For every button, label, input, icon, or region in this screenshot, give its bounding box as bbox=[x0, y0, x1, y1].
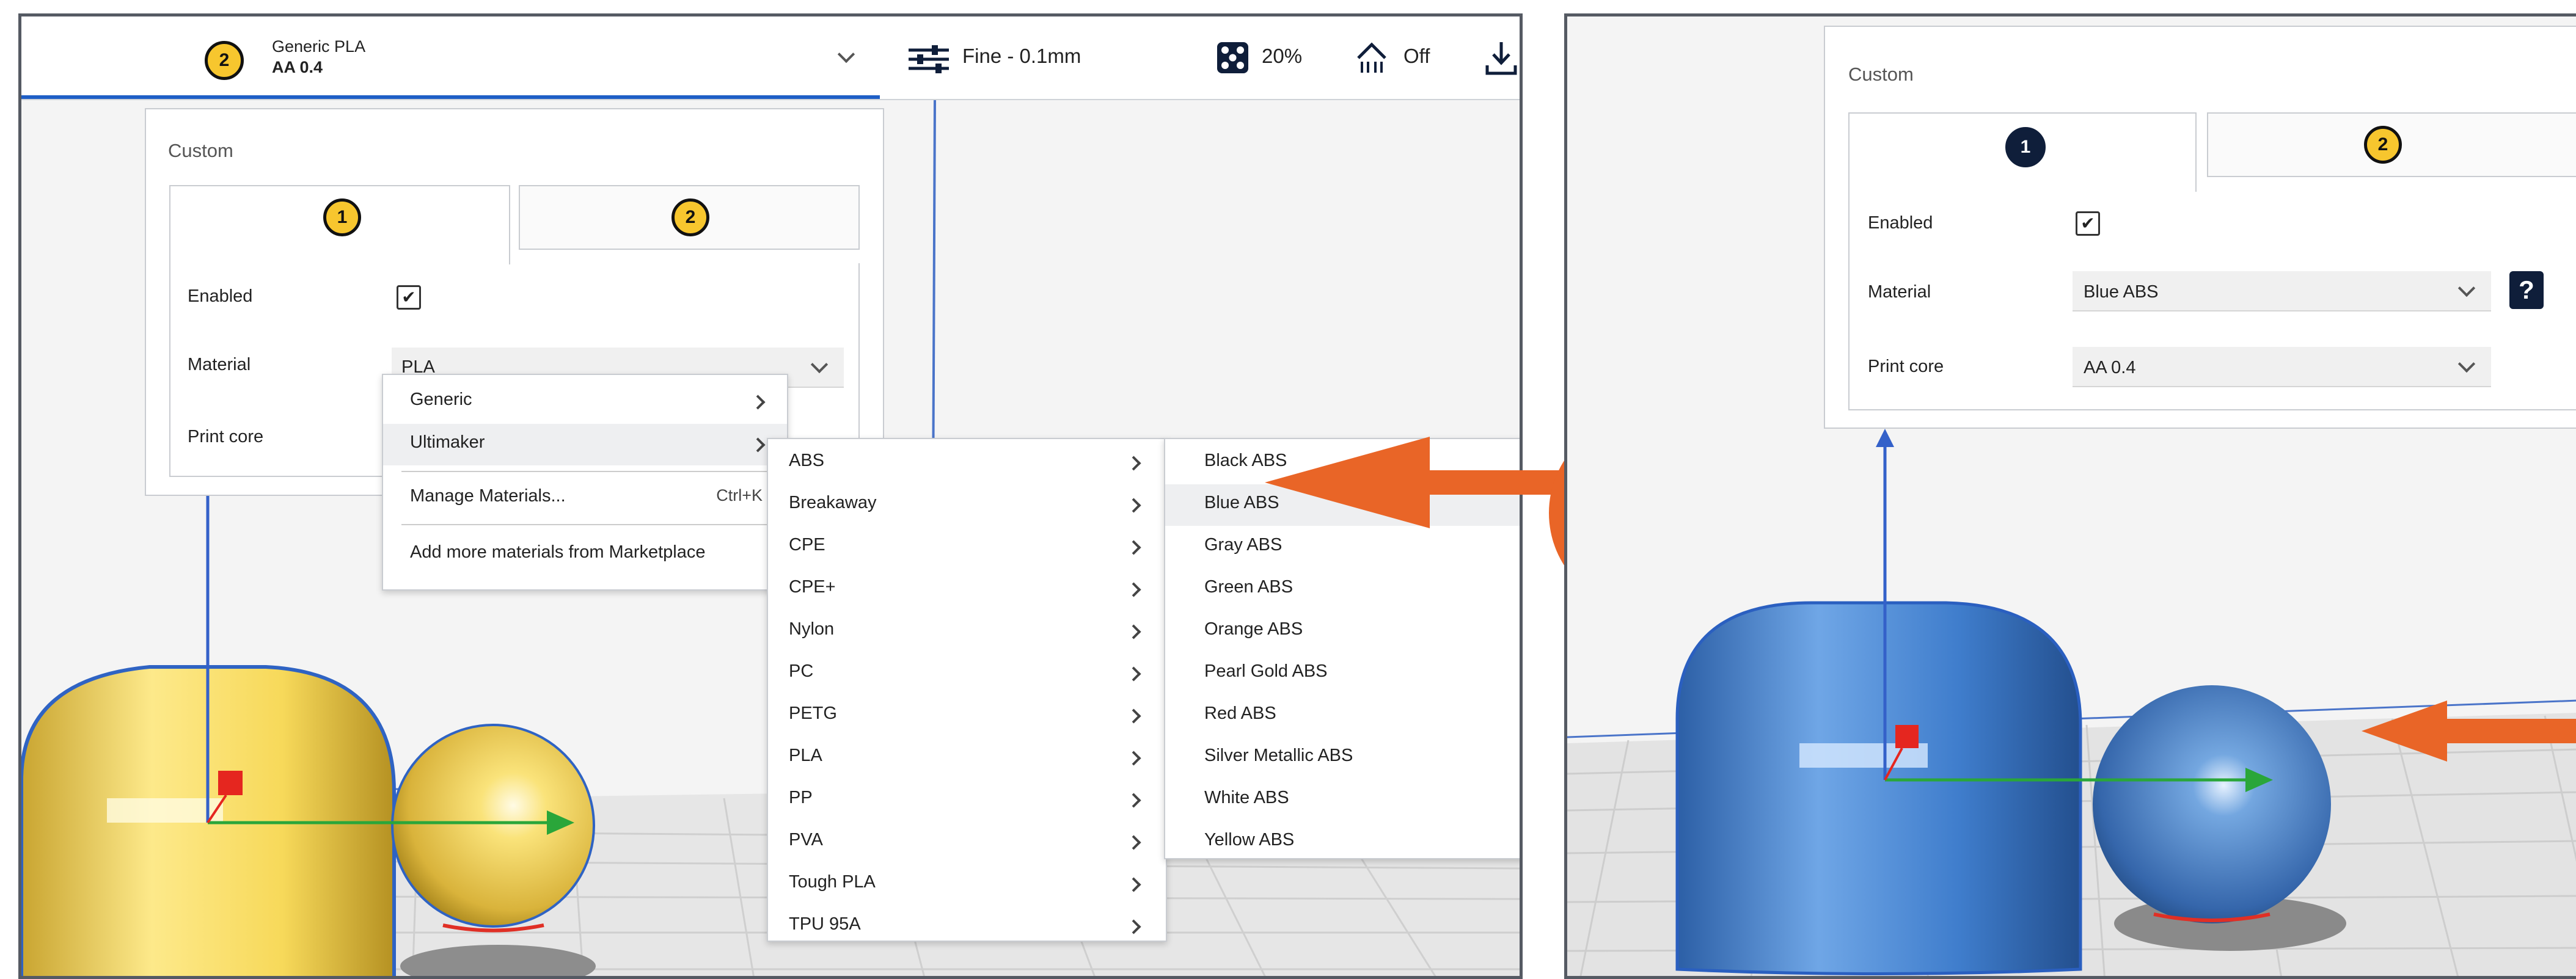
print-settings-toolbar: 2 Generic PLA AA 0.4 Fine - 0.1mm 20% Of… bbox=[21, 16, 1520, 100]
chevron-right-icon bbox=[1126, 498, 1141, 513]
submenu-item-pc[interactable]: PC bbox=[768, 653, 1166, 694]
print-core-label: Print core bbox=[1868, 357, 1944, 376]
tab-extruder-2[interactable]: 2 bbox=[2207, 112, 2576, 177]
ultimaker-submenu: ABS Breakaway CPE CPE+ Nylon PC PETG PLA… bbox=[767, 438, 1167, 942]
print-core-label: Print core bbox=[188, 427, 264, 446]
support-value[interactable]: Off bbox=[1403, 45, 1430, 68]
right-screenshot-panel: Custom 1 2 Enabled ✔ Material Blue ABS ?… bbox=[1564, 13, 2576, 979]
extruder-selector[interactable] bbox=[21, 16, 880, 99]
enabled-checkbox[interactable]: ✔ bbox=[2076, 211, 2100, 236]
material-label: Material bbox=[188, 355, 251, 374]
extruder-2-icon: 2 bbox=[671, 198, 709, 236]
tab-extruder-1[interactable]: 1 bbox=[169, 185, 510, 264]
chevron-right-icon bbox=[1126, 582, 1141, 597]
question-mark-icon[interactable]: ? bbox=[2509, 271, 2544, 309]
topbar-material-name: Generic PLA bbox=[272, 37, 366, 56]
menu-item-ultimaker[interactable]: Ultimaker bbox=[383, 424, 787, 465]
custom-extruder-panel: Custom 1 2 Enabled ✔ Material Blue ABS ?… bbox=[1824, 26, 2576, 429]
material-select[interactable]: Blue ABS bbox=[2073, 271, 2491, 311]
chevron-right-icon bbox=[1126, 919, 1141, 934]
sliders-icon bbox=[909, 45, 949, 73]
tab-extruder-1[interactable]: 1 bbox=[1848, 112, 2197, 192]
quality-profile[interactable]: Fine - 0.1mm bbox=[962, 45, 1081, 68]
submenu-item-cpe[interactable]: CPE bbox=[768, 526, 1166, 568]
abs-item-orange[interactable]: Orange ABS bbox=[1165, 611, 1520, 652]
abs-item-gray[interactable]: Gray ABS bbox=[1165, 526, 1520, 568]
enabled-label: Enabled bbox=[188, 286, 253, 306]
enabled-label: Enabled bbox=[1868, 213, 1933, 233]
menu-divider bbox=[401, 524, 775, 525]
chevron-right-icon bbox=[1126, 708, 1141, 724]
material-select-value: Blue ABS bbox=[2084, 282, 2159, 302]
custom-title: Custom bbox=[168, 140, 233, 161]
abs-item-pearl-gold[interactable]: Pearl Gold ABS bbox=[1165, 653, 1520, 694]
submenu-item-tough-pla[interactable]: Tough PLA bbox=[768, 864, 1166, 905]
chevron-down-icon bbox=[2457, 355, 2476, 373]
print-core-select[interactable]: AA 0.4 bbox=[2073, 347, 2491, 387]
print-core-select-value: AA 0.4 bbox=[2084, 358, 2136, 377]
submenu-item-abs[interactable]: ABS bbox=[768, 442, 1166, 484]
chevron-right-icon bbox=[1126, 877, 1141, 892]
chevron-right-icon bbox=[750, 395, 766, 410]
chevron-right-icon bbox=[1126, 540, 1141, 555]
menu-item-generic[interactable]: Generic bbox=[383, 381, 787, 423]
submenu-item-cpe-plus[interactable]: CPE+ bbox=[768, 569, 1166, 610]
abs-item-white[interactable]: White ABS bbox=[1165, 779, 1520, 821]
extruder-2-icon: 2 bbox=[2364, 126, 2402, 164]
download-icon[interactable] bbox=[1485, 40, 1518, 76]
submenu-item-pva[interactable]: PVA bbox=[768, 821, 1166, 863]
custom-title: Custom bbox=[1848, 64, 1914, 85]
shortcut-label: Ctrl+K bbox=[716, 486, 763, 504]
infill-icon bbox=[1217, 42, 1248, 73]
material-label: Material bbox=[1868, 282, 1931, 302]
menu-divider bbox=[401, 471, 775, 472]
abs-item-silver-metallic[interactable]: Silver Metallic ABS bbox=[1165, 737, 1520, 779]
enabled-checkbox[interactable]: ✔ bbox=[397, 285, 421, 310]
chevron-right-icon bbox=[1126, 835, 1141, 850]
chevron-right-icon bbox=[1126, 666, 1141, 682]
chevron-right-icon bbox=[1126, 793, 1141, 808]
chevron-down-icon bbox=[2457, 279, 2476, 297]
extruder-1-icon: 1 bbox=[323, 198, 361, 236]
topbar-core-name: AA 0.4 bbox=[272, 58, 323, 76]
submenu-item-breakaway[interactable]: Breakaway bbox=[768, 484, 1166, 526]
chevron-right-icon bbox=[1126, 456, 1141, 471]
menu-item-marketplace[interactable]: Add more materials from Marketplace bbox=[383, 534, 787, 575]
menu-item-manage-materials[interactable]: Manage Materials... Ctrl+K bbox=[383, 478, 787, 519]
tab-extruder-2[interactable]: 2 bbox=[519, 185, 860, 250]
material-dropdown-menu: Generic Ultimaker Manage Materials... Ct… bbox=[382, 374, 788, 591]
abs-item-green[interactable]: Green ABS bbox=[1165, 569, 1520, 610]
extruder-2-icon: 2 bbox=[205, 41, 244, 80]
submenu-item-tpu-95a[interactable]: TPU 95A bbox=[768, 906, 1166, 947]
submenu-item-nylon[interactable]: Nylon bbox=[768, 611, 1166, 652]
extruder-1-icon: 1 bbox=[2005, 127, 2046, 167]
submenu-item-petg[interactable]: PETG bbox=[768, 695, 1166, 737]
infill-value[interactable]: 20% bbox=[1262, 45, 1302, 68]
chevron-right-icon bbox=[1126, 624, 1141, 639]
chevron-down-icon bbox=[810, 355, 829, 374]
support-icon bbox=[1357, 42, 1386, 73]
submenu-item-pla[interactable]: PLA bbox=[768, 737, 1166, 779]
abs-item-yellow[interactable]: Yellow ABS bbox=[1165, 821, 1520, 863]
abs-item-red[interactable]: Red ABS bbox=[1165, 695, 1520, 737]
chevron-right-icon bbox=[750, 437, 766, 453]
chevron-right-icon bbox=[1126, 751, 1141, 766]
submenu-item-pp[interactable]: PP bbox=[768, 779, 1166, 821]
